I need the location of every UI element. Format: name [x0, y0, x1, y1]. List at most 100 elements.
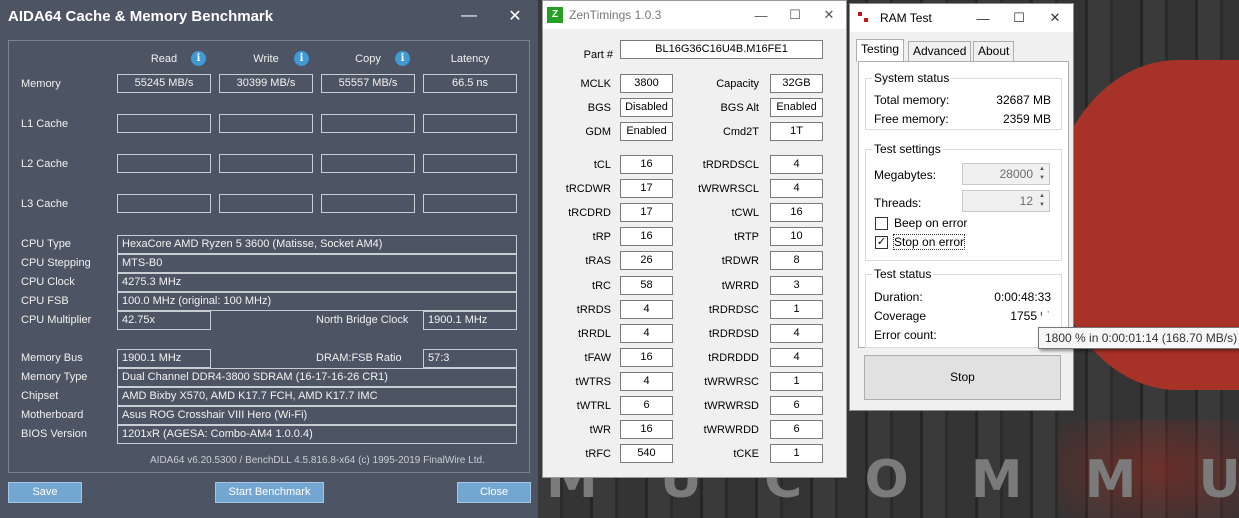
header-latency: Latency: [450, 53, 490, 65]
tab-about[interactable]: About: [973, 41, 1015, 61]
cpu-clock-value: 4275.3 MHz: [117, 273, 517, 292]
timing-value: 16: [620, 420, 673, 439]
timing-label: GDM: [585, 126, 611, 138]
threads-label: Threads:: [874, 196, 922, 210]
timing-value: 4: [620, 324, 673, 343]
window-title: ZenTimings 1.0.3: [569, 8, 662, 22]
timing-label: tRDRDSD: [708, 328, 759, 340]
timing-value: 17: [620, 203, 673, 222]
ramtest-titlebar[interactable]: RAM Test — ☐ ✕: [850, 4, 1073, 32]
stop-on-error-label[interactable]: Stop on error: [892, 234, 966, 250]
close-icon[interactable]: ✕: [812, 7, 846, 23]
timing-value: 4: [620, 372, 673, 391]
timing-label: MCLK: [580, 78, 611, 90]
close-button[interactable]: Close: [457, 482, 531, 503]
aida64-window[interactable]: AIDA64 Cache & Memory Benchmark — ✕ Read…: [0, 0, 538, 518]
minimize-icon[interactable]: —: [446, 7, 492, 25]
info-icon[interactable]: i: [395, 51, 410, 66]
spin-down-icon[interactable]: ▼: [1036, 201, 1048, 210]
part-label: Part #: [583, 49, 613, 61]
timing-value: 6: [770, 396, 823, 415]
nb-clock-label: North Bridge Clock: [316, 314, 409, 326]
aida64-titlebar[interactable]: AIDA64 Cache & Memory Benchmark — ✕: [0, 0, 538, 32]
close-icon[interactable]: ✕: [1037, 10, 1073, 26]
timing-label: tWTRS: [575, 376, 611, 388]
close-icon[interactable]: ✕: [492, 6, 538, 26]
l2-latency-value: [423, 154, 517, 173]
duration-label: Duration:: [874, 290, 923, 304]
ramtest-logo-icon: [858, 12, 870, 24]
timing-label: tRRDL: [577, 328, 611, 340]
maximize-icon[interactable]: ☐: [1001, 10, 1037, 26]
timing-label: tRDRDSCL: [702, 159, 759, 171]
motherboard-label: Motherboard: [21, 409, 84, 421]
cpu-multiplier-value: 42.75x: [117, 311, 211, 330]
timing-label: tRFC: [585, 448, 611, 460]
timing-value: 4: [770, 348, 823, 367]
stop-on-error-checkbox[interactable]: ✓: [875, 236, 888, 249]
tab-advanced[interactable]: Advanced: [908, 41, 972, 61]
minimize-icon[interactable]: —: [744, 8, 778, 23]
cpu-stepping-value: MTS-B0: [117, 254, 517, 273]
timing-label: tRTP: [734, 231, 759, 243]
save-button[interactable]: Save: [8, 482, 82, 503]
minimize-icon[interactable]: —: [965, 11, 1001, 26]
group-title: Test status: [872, 267, 934, 281]
timing-value: 4: [620, 300, 673, 319]
stop-button[interactable]: Stop: [864, 355, 1061, 400]
timing-label: tWRWRDD: [703, 424, 759, 436]
memory-write-value: 30399 MB/s: [219, 74, 313, 93]
timing-label: BGS: [587, 102, 611, 114]
timing-value: 16: [770, 203, 823, 222]
timing-label: tCL: [593, 159, 611, 171]
coverage-label: Coverage: [874, 309, 927, 323]
window-title: RAM Test: [880, 11, 932, 25]
start-benchmark-button[interactable]: Start Benchmark: [215, 482, 324, 503]
megabytes-stepper[interactable]: 28000 ▲ ▼: [962, 163, 1050, 185]
cpu-type-label: CPU Type: [21, 238, 71, 250]
timing-value: 1: [770, 300, 823, 319]
window-title: AIDA64 Cache & Memory Benchmark: [8, 7, 274, 25]
total-memory-label: Total memory:: [874, 93, 950, 107]
info-icon[interactable]: i: [294, 51, 309, 66]
timing-label: tWTRL: [576, 400, 611, 412]
timing-label: tRDWR: [721, 255, 759, 267]
l3-write-value: [219, 194, 313, 213]
threads-stepper[interactable]: 12 ▲ ▼: [962, 190, 1050, 212]
timing-value: Enabled: [620, 122, 673, 141]
ramtest-window[interactable]: RAM Test — ☐ ✕ Testing Advanced About Sy…: [849, 3, 1074, 411]
timing-label: tRC: [592, 280, 611, 292]
test-settings-group: Test settings Megabytes: 28000 ▲ ▼ Threa…: [865, 142, 1062, 261]
timing-value: 58: [620, 276, 673, 295]
timing-value: Enabled: [770, 98, 823, 117]
timing-value: 8: [770, 251, 823, 270]
beep-on-error-checkbox[interactable]: [875, 217, 888, 230]
maximize-icon[interactable]: ☐: [778, 7, 812, 23]
row-label: L2 Cache: [21, 158, 69, 170]
timing-label: Cmd2T: [722, 126, 759, 138]
memory-latency-value: 66.5 ns: [423, 74, 517, 93]
info-icon[interactable]: i: [191, 51, 206, 66]
zentimings-window[interactable]: Z ZenTimings 1.0.3 — ☐ ✕ Part # BL16G36C…: [542, 0, 847, 478]
timing-label: tRAS: [585, 255, 611, 267]
threads-value: 12: [1019, 194, 1033, 208]
timing-label: tWR: [589, 424, 611, 436]
testing-tab-page: System status Total memory: 32687 MB Fre…: [858, 61, 1069, 348]
nb-clock-value: 1900.1 MHz: [423, 311, 517, 330]
chipset-label: Chipset: [21, 390, 59, 402]
group-title: Test settings: [872, 142, 943, 156]
timing-value: 6: [770, 420, 823, 439]
timing-value: 16: [620, 227, 673, 246]
chipset-value: AMD Bixby X570, AMD K17.7 FCH, AMD K17.7…: [117, 387, 517, 406]
zentimings-titlebar[interactable]: Z ZenTimings 1.0.3 — ☐ ✕: [543, 1, 846, 29]
tab-testing[interactable]: Testing: [856, 39, 905, 62]
spin-up-icon[interactable]: ▲: [1036, 165, 1048, 174]
cpu-multiplier-label: CPU Multiplier: [21, 314, 92, 326]
bios-label: BIOS Version: [21, 428, 88, 440]
spin-down-icon[interactable]: ▼: [1036, 174, 1048, 183]
version-footer: AIDA64 v6.20.5300 / BenchDLL 4.5.816.8-x…: [150, 455, 485, 466]
beep-on-error-label[interactable]: Beep on error: [894, 216, 967, 230]
duration-value: 0:00:48:33: [994, 290, 1051, 304]
spin-up-icon[interactable]: ▲: [1036, 192, 1048, 201]
memory-type-label: Memory Type: [21, 371, 88, 383]
